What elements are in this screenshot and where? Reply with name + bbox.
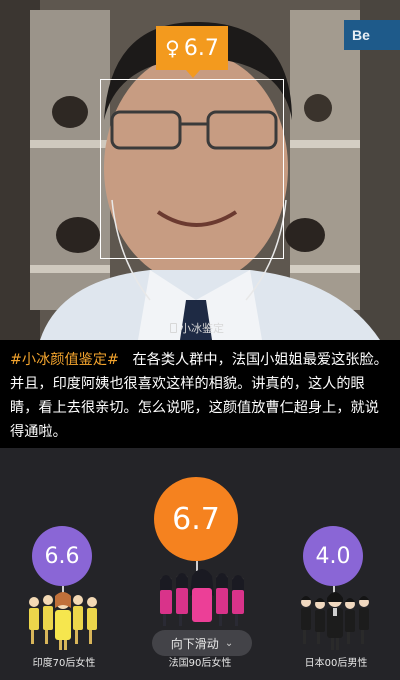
group-1-figures-icon (29, 592, 97, 650)
group-2-figures-icon (160, 569, 244, 626)
analyzed-photo: ♀ 6.7 Be 小冰鉴定 (0, 0, 400, 340)
scroll-down-button[interactable]: 向下滑动 ⌄ (152, 630, 252, 656)
face-score-value: 6.7 (183, 35, 219, 61)
group-3-figures-icon (301, 592, 369, 650)
corner-banner: Be (344, 20, 400, 50)
result-caption: #小冰颜值鉴定# 在各类人群中，法国小姐姐最爱这张脸。并且，印度阿姨也很喜欢这样… (0, 340, 400, 448)
scroll-down-label: 向下滑动 (170, 636, 219, 651)
score-value-group-1: 6.6 (44, 543, 80, 569)
face-detection-box (100, 79, 284, 259)
score-value-group-3: 4.0 (315, 543, 351, 569)
score-value-group-2: 6.7 (172, 501, 220, 537)
watermark-text: 小冰鉴定 (180, 322, 224, 335)
group-label-2: 法国90后女性 (168, 658, 232, 669)
score-bubble-group-1: 6.6 (32, 526, 92, 586)
watermark: 小冰鉴定 (170, 320, 224, 336)
chevron-down-icon: ⌄ (224, 637, 234, 649)
group-label-1: 印度70后女性 (32, 658, 96, 669)
phone-icon (170, 323, 177, 333)
demographic-score-panel: 6.6 印度70后女性 6.7 法国90后女性 4.0 日本00后男性 向下滑动 (0, 448, 400, 680)
female-symbol-icon: ♀ (165, 36, 180, 60)
group-label-3: 日本00后男性 (304, 658, 368, 669)
score-bubble-group-2: 6.7 (154, 477, 238, 561)
face-score-tag: ♀ 6.7 (156, 26, 228, 78)
hashtag-link[interactable]: #小冰颜值鉴定# (10, 352, 119, 368)
score-bubble-group-3: 4.0 (303, 526, 363, 586)
